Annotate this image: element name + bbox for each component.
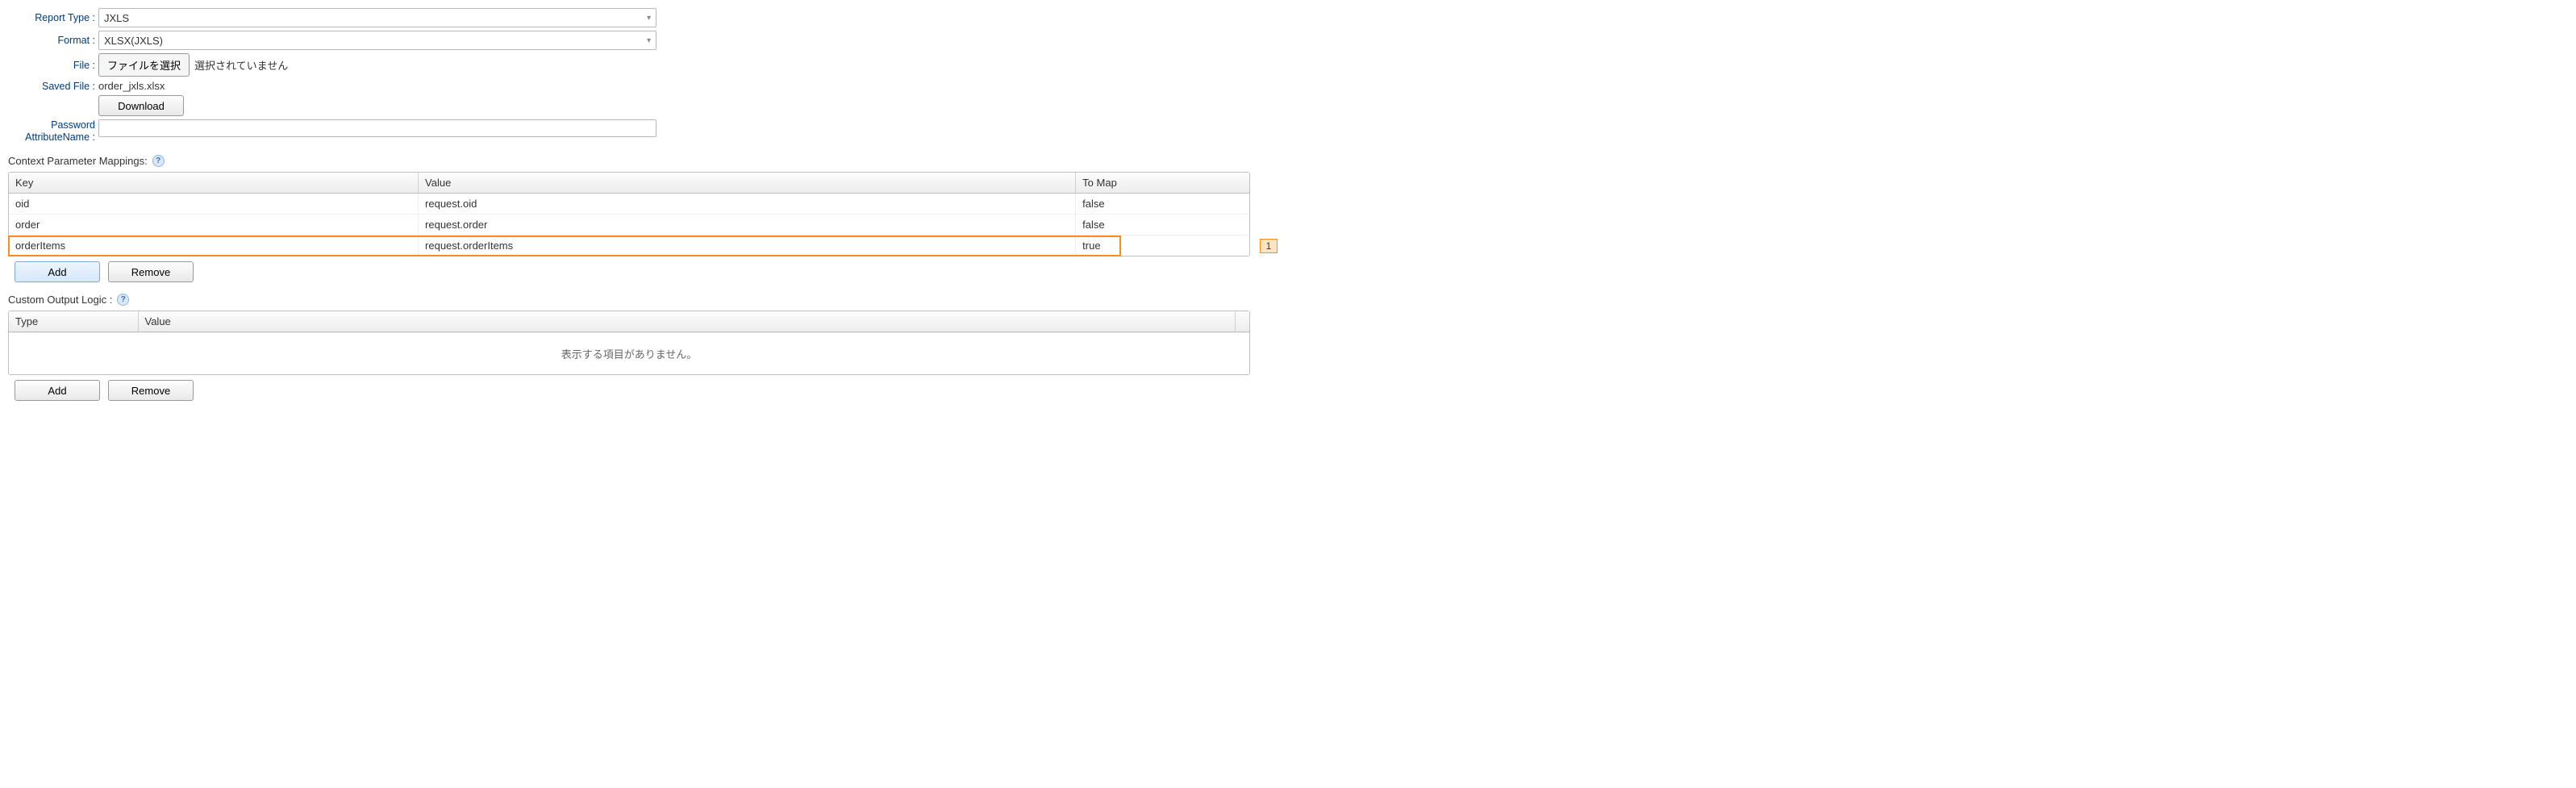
cell-tomap[interactable]: false — [1076, 215, 1249, 236]
col-toggle[interactable] — [1235, 311, 1249, 332]
col-header-value[interactable]: Value — [138, 311, 1235, 332]
context-add-button[interactable]: Add — [15, 261, 100, 282]
report-type-value: JXLS — [104, 12, 129, 24]
saved-file-label: Saved File : — [8, 81, 98, 92]
table-row[interactable]: oid request.oid false — [9, 194, 1249, 215]
password-attr-input[interactable] — [98, 119, 657, 137]
cell-value[interactable]: request.order — [419, 215, 1076, 236]
cell-key[interactable]: order — [9, 215, 419, 236]
table-row[interactable]: orderItems request.orderItems true — [9, 236, 1249, 256]
report-type-select[interactable]: JXLS ▾ — [98, 8, 657, 27]
custom-remove-button[interactable]: Remove — [108, 380, 194, 401]
cell-value[interactable]: request.oid — [419, 194, 1076, 215]
format-label: Format : — [8, 35, 98, 46]
help-icon[interactable]: ? — [152, 155, 165, 167]
format-value: XLSX(JXLS) — [104, 35, 163, 47]
cell-key[interactable]: oid — [9, 194, 419, 215]
custom-add-button[interactable]: Add — [15, 380, 100, 401]
col-header-type[interactable]: Type — [9, 311, 138, 332]
saved-file-value: order_jxls.xlsx — [98, 80, 165, 92]
custom-output-section-label: Custom Output Logic : — [8, 294, 112, 306]
cell-tomap[interactable]: false — [1076, 194, 1249, 215]
file-choose-button[interactable]: ファイルを選択 — [98, 53, 190, 77]
format-select[interactable]: XLSX(JXLS) ▾ — [98, 31, 657, 50]
cell-key[interactable]: orderItems — [9, 236, 419, 256]
col-header-tomap[interactable]: To Map — [1076, 173, 1249, 194]
download-button[interactable]: Download — [98, 95, 184, 116]
chevron-down-icon: ▾ — [647, 14, 651, 23]
file-status-text: 選択されていません — [194, 57, 288, 73]
context-param-table: Key Value To Map oid request.oid false o… — [8, 172, 1250, 256]
cell-value[interactable]: request.orderItems — [419, 236, 1076, 256]
report-type-label: Report Type : — [8, 12, 98, 23]
help-icon[interactable]: ? — [117, 294, 129, 306]
empty-message: 表示する項目がありません。 — [9, 332, 1249, 374]
chevron-down-icon: ▾ — [647, 36, 651, 45]
custom-output-table: Type Value 表示する項目がありません。 — [8, 311, 1250, 375]
col-header-value[interactable]: Value — [419, 173, 1076, 194]
context-remove-button[interactable]: Remove — [108, 261, 194, 282]
password-attr-label: Password AttributeName : — [8, 119, 98, 144]
table-row[interactable]: order request.order false — [9, 215, 1249, 236]
col-header-key[interactable]: Key — [9, 173, 419, 194]
context-param-section-label: Context Parameter Mappings: — [8, 155, 148, 167]
file-label: File : — [8, 60, 98, 71]
highlight-badge: 1 — [1260, 239, 1278, 253]
cell-tomap[interactable]: true — [1076, 236, 1249, 256]
